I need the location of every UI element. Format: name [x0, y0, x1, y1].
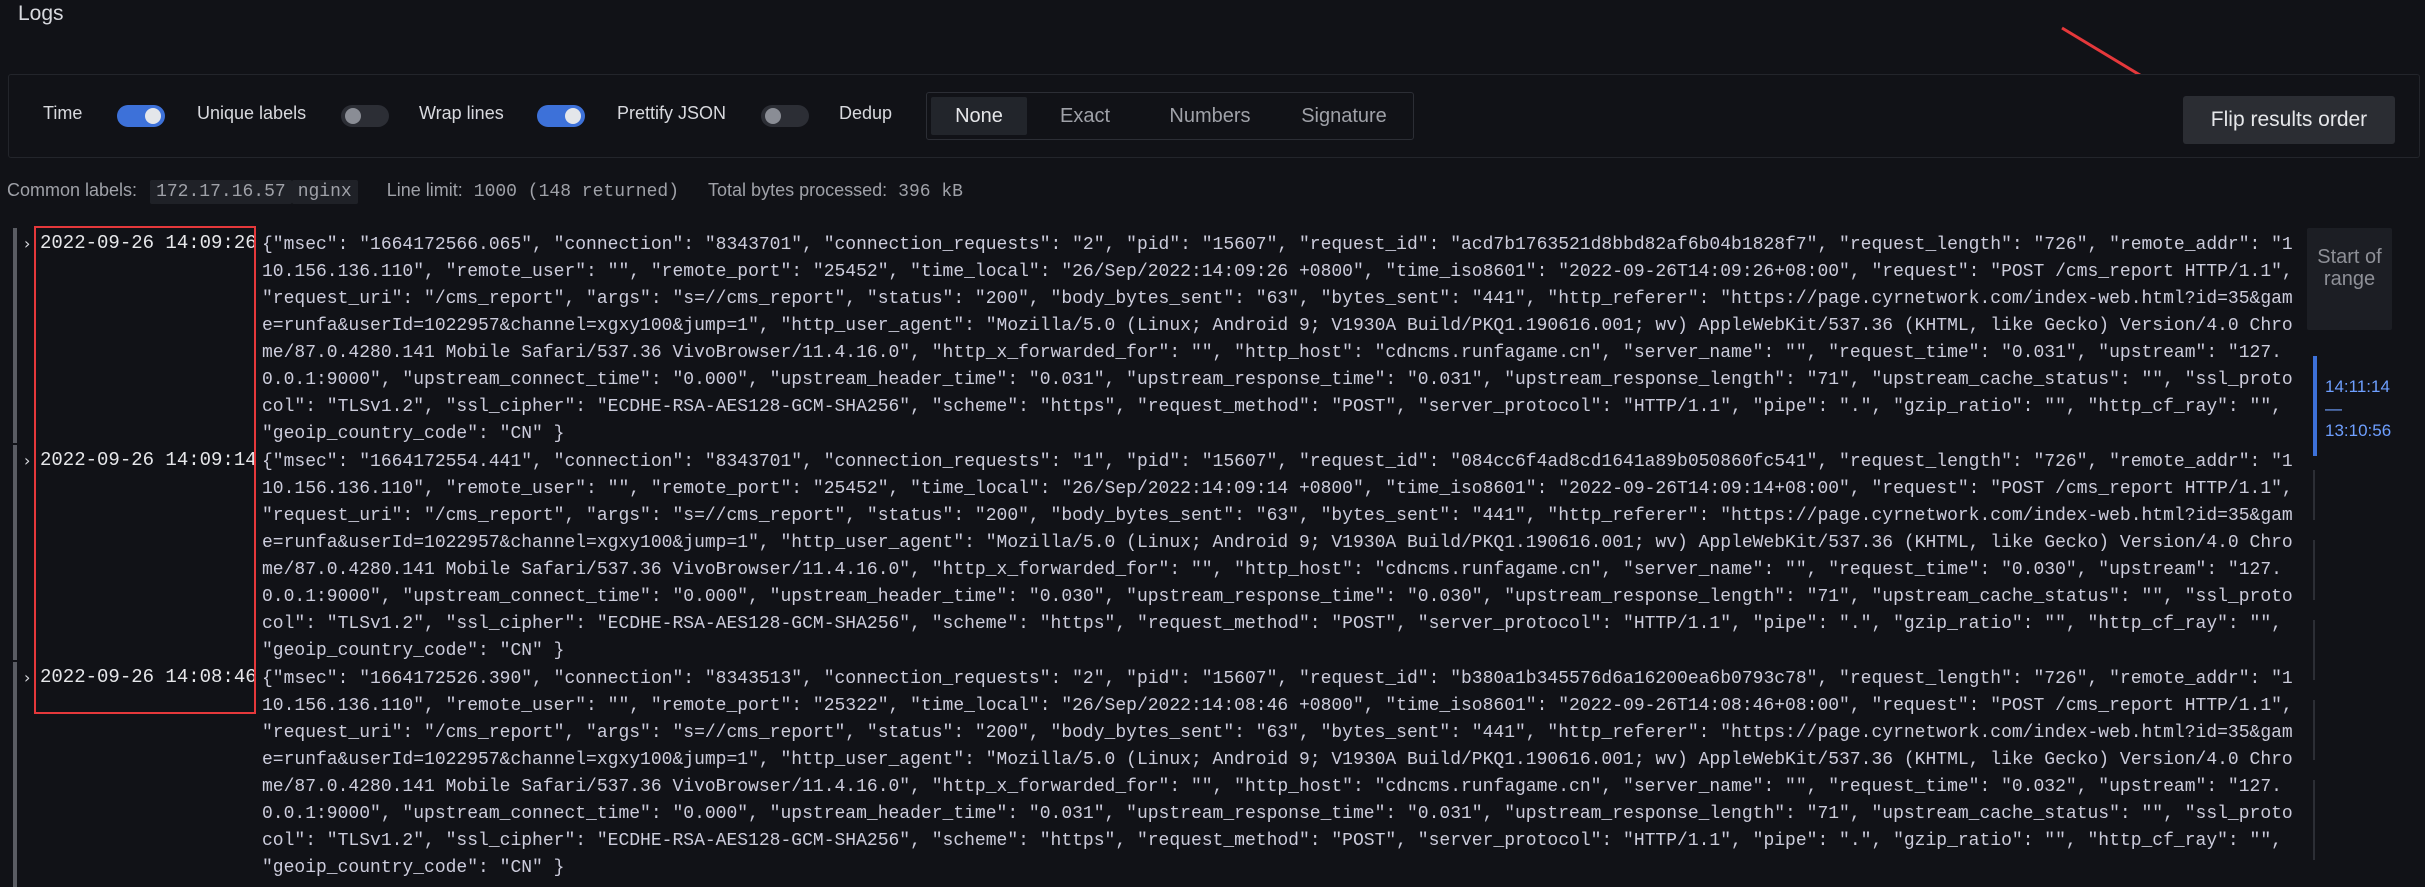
toggle-knob	[565, 108, 581, 124]
log-line: {"msec": "1664172554.441", "connection":…	[262, 452, 2293, 661]
visible-range-indicator	[2313, 356, 2317, 456]
dedup-option-exact[interactable]: Exact	[1035, 97, 1135, 135]
dedup-option-none[interactable]: None	[931, 97, 1027, 135]
toggle-knob	[765, 108, 781, 124]
log-row[interactable]: › 2022-09-26 14:09:14 {"msec": "16641725…	[10, 445, 2295, 661]
common-labels-label: Common labels:	[7, 180, 138, 200]
range-track	[2313, 620, 2315, 680]
visible-range-label: 14:11:14 — 13:10:56	[2325, 376, 2391, 442]
log-level-bar	[13, 228, 17, 443]
time-toggle-label: Time	[43, 103, 83, 123]
common-label-tag: 172.17.16.57	[150, 180, 292, 204]
log-level-bar	[13, 662, 17, 887]
bytes-processed-label: Total bytes processed:	[708, 180, 888, 200]
range-from: 14:11:14	[2325, 377, 2390, 396]
toggle-knob	[145, 108, 161, 124]
range-separator: —	[2325, 399, 2342, 418]
log-line: {"msec": "1664172526.390", "connection":…	[262, 669, 2293, 878]
dedup-label: Dedup	[839, 103, 893, 123]
dedup-option-numbers[interactable]: Numbers	[1147, 97, 1273, 135]
range-track	[2313, 700, 2315, 760]
line-limit-value: 1000 (148 returned)	[473, 182, 680, 202]
log-row[interactable]: › 2022-09-26 14:08:46 {"msec": "16641725…	[10, 662, 2295, 887]
page-title: Logs	[18, 2, 64, 25]
chevron-right-icon[interactable]: ›	[24, 234, 30, 253]
start-of-range-panel[interactable]: Start of range	[2307, 228, 2392, 330]
flip-results-order-button[interactable]: Flip results order	[2183, 96, 2395, 144]
timestamp-highlight-box	[34, 226, 256, 714]
range-track	[2313, 780, 2315, 860]
dedup-option-signature[interactable]: Signature	[1281, 97, 1407, 135]
chevron-right-icon[interactable]: ›	[24, 668, 30, 687]
unique-labels-toggle[interactable]	[341, 105, 389, 127]
range-track	[2313, 540, 2315, 600]
log-level-bar	[13, 445, 17, 660]
log-line: {"msec": "1664172566.065", "connection":…	[262, 235, 2293, 444]
range-to: 13:10:56	[2325, 421, 2392, 440]
chevron-right-icon[interactable]: ›	[24, 451, 30, 470]
dedup-radio-group: None Exact Numbers Signature	[926, 92, 1414, 140]
toggle-knob	[345, 108, 361, 124]
range-track	[2313, 470, 2315, 520]
log-row[interactable]: › 2022-09-26 14:09:26 {"msec": "16641725…	[10, 228, 2295, 444]
common-label-tag: nginx	[291, 180, 358, 204]
wrap-lines-toggle-label: Wrap lines	[419, 103, 504, 123]
unique-labels-toggle-label: Unique labels	[197, 103, 307, 123]
line-limit-label: Line limit:	[386, 180, 463, 200]
time-toggle[interactable]	[117, 105, 165, 127]
logs-summary: Common labels: 172.17.16.57 nginx Line li…	[7, 180, 963, 204]
wrap-lines-toggle[interactable]	[537, 105, 585, 127]
prettify-json-toggle-label: Prettify JSON	[617, 103, 727, 123]
prettify-json-toggle[interactable]	[761, 105, 809, 127]
log-options-toolbar: Time Unique labels Wrap lines Prettify J…	[8, 74, 2420, 158]
bytes-processed-value: 396 kB	[898, 182, 963, 202]
